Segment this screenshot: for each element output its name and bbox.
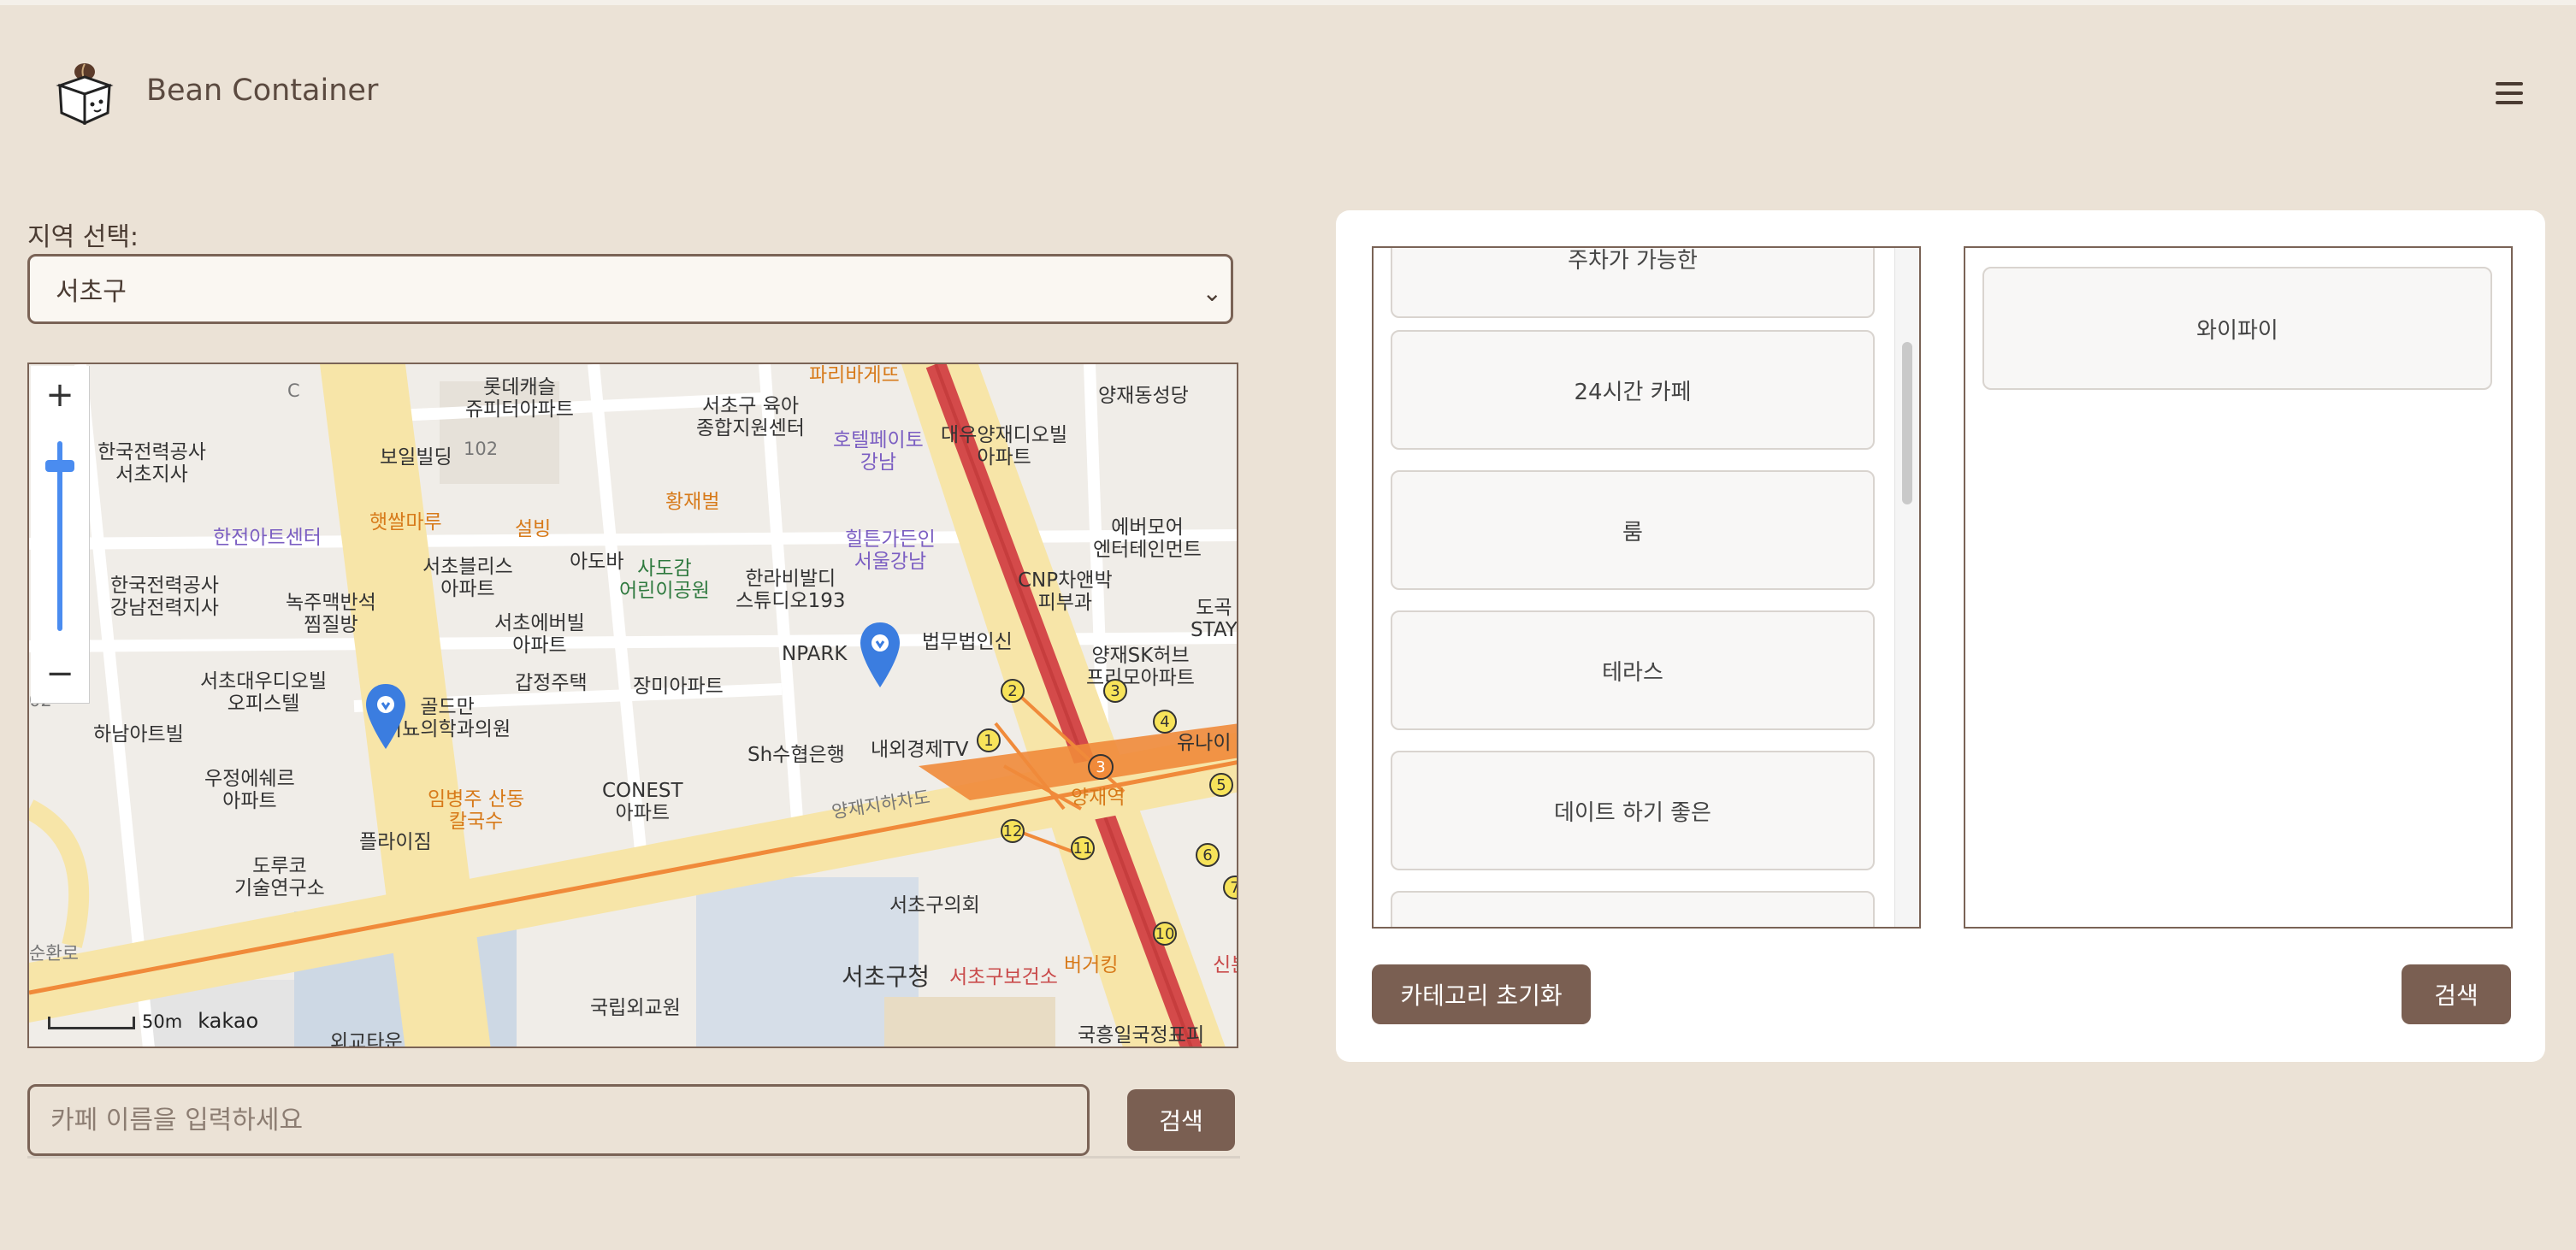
map-label: 보일빌딩: [380, 446, 452, 469]
map-label: 양재역: [1071, 787, 1126, 809]
subway-exit-marker: 3: [1088, 754, 1114, 780]
subway-exit-marker: 10: [1153, 922, 1177, 946]
map-view[interactable]: 한국전력공사 서초지사 한전아트센터 한국전력공사 강남전력지사 녹주맥반석 찜질방 …: [27, 363, 1238, 1048]
map-label: 에버모어 엔터테인먼트: [1093, 516, 1202, 561]
category-panel: 주차가 가능한 24시간 카페 룸 테라스 데이트 하기 좋은 와이파이 카테고…: [1336, 210, 2545, 1062]
subway-exit-marker: 2: [1001, 679, 1025, 703]
category-item[interactable]: 24시간 카페: [1391, 330, 1875, 450]
zoom-out-button[interactable]: −: [31, 645, 89, 703]
chevron-down-icon: ⌄: [1202, 279, 1222, 307]
map-label: 햇쌀마루: [369, 511, 442, 534]
selected-category-item[interactable]: 와이파이: [1982, 267, 2492, 390]
category-list[interactable]: 주차가 가능한 24시간 카페 룸 테라스 데이트 하기 좋은: [1372, 246, 1921, 929]
map-label: Sh수협은행: [747, 744, 845, 766]
map-label: NPARK: [782, 643, 848, 665]
category-item[interactable]: 룸: [1391, 470, 1875, 590]
map-label: 도곡 STAY: [1191, 597, 1238, 641]
region-selected-value: 서초구: [56, 277, 127, 307]
map-label: 국흥일국정표피: [1078, 1024, 1205, 1047]
category-scrollbar[interactable]: [1894, 248, 1919, 927]
top-border: [0, 0, 2576, 5]
region-select[interactable]: 서초구 ⌄: [27, 254, 1233, 324]
selected-category-list: 와이파이: [1964, 246, 2513, 929]
map-label: 버거킹: [1064, 954, 1119, 976]
map-label: 한국전력공사 강남전력지사: [110, 575, 219, 619]
category-search-button[interactable]: 검색: [2402, 964, 2511, 1024]
map-label: 파리바게뜨: [809, 364, 900, 386]
map-label: 아도바: [570, 551, 624, 573]
map-label: 서초에버빌 아파트: [494, 612, 585, 657]
map-label: 설빙: [515, 518, 552, 540]
map-label: 순환로: [29, 943, 79, 964]
map-label: 양재동성당: [1098, 385, 1189, 407]
scale-bar: [48, 1016, 135, 1029]
app-title: Bean Container: [146, 74, 379, 108]
map-label: 102: [464, 439, 499, 459]
category-item[interactable]: 주차가 가능한: [1391, 248, 1875, 318]
hamburger-menu-icon[interactable]: [2496, 82, 2523, 108]
map-label: 힐튼가든인 서울강남: [845, 528, 936, 573]
cafe-pin-icon[interactable]: [859, 621, 901, 689]
map-label: 우정에쉐르 아파트: [204, 768, 295, 812]
zoom-slider-handle[interactable]: [45, 460, 74, 472]
map-label: 서초구보건소: [949, 966, 1058, 988]
map-label: 서초구청: [842, 963, 931, 991]
map-label: CNP차앤박 피부과: [1018, 569, 1113, 614]
category-item[interactable]: [1391, 891, 1875, 927]
map-zoom-control: + −: [31, 366, 90, 704]
map-label: 롯데캐슬 쥬피터아파트: [465, 376, 574, 421]
map-label: 유나이: [1177, 732, 1232, 754]
subway-exit-marker: 4: [1153, 710, 1177, 734]
subway-exit-marker: 3: [1103, 679, 1127, 703]
divider: [27, 1156, 1240, 1159]
cafe-name-input[interactable]: [27, 1084, 1090, 1156]
map-label: 서초구의회: [889, 894, 980, 917]
reset-categories-button[interactable]: 카테고리 초기화: [1372, 964, 1591, 1024]
map-label: 내외경제TV: [871, 739, 969, 761]
map-label: 장미아파트: [633, 675, 724, 698]
subway-exit-marker: 12: [1001, 819, 1025, 843]
map-label: 갑정주택: [515, 672, 588, 694]
map-scale: 50m kakao: [48, 1009, 258, 1033]
map-label: 법무법인신: [922, 631, 1013, 653]
subway-exit-marker: 1: [977, 728, 1001, 752]
map-label: 한전아트센터: [213, 527, 322, 549]
map-label: 임병주 산동 칼국수: [428, 788, 525, 833]
category-item[interactable]: 데이트 하기 좋은: [1391, 751, 1875, 870]
subway-exit-marker: 5: [1209, 773, 1233, 797]
map-label: 도루코 기술연구소: [234, 855, 325, 899]
map-label: 플라이짐: [359, 831, 432, 853]
cafe-pin-icon[interactable]: [364, 682, 407, 751]
map-label: 신분: [1213, 954, 1237, 976]
map-label: 양재SK허브 프리모아파트: [1086, 645, 1195, 689]
scale-text: 50m: [142, 1011, 183, 1032]
coffee-box-logo-icon[interactable]: [55, 60, 115, 126]
category-item[interactable]: 테라스: [1391, 610, 1875, 730]
map-label: 서초대우디오빌 오피스텔: [200, 670, 328, 715]
region-label: 지역 선택:: [27, 222, 139, 252]
map-label: 한국전력공사 서초지사: [97, 441, 206, 486]
map-provider-logo[interactable]: kakao: [198, 1009, 258, 1033]
map-label: 외교타운: [330, 1031, 403, 1048]
subway-exit-marker: 6: [1196, 843, 1220, 867]
map-label: 황재벌: [665, 491, 720, 513]
map-label: C: [287, 380, 300, 401]
map-label: 호텔페이토 강남: [833, 429, 924, 474]
map-label: CONEST 아파트: [602, 780, 683, 824]
map-label: 서초구 육아 종합지원센터: [696, 395, 805, 439]
scrollbar-thumb[interactable]: [1902, 342, 1912, 504]
cafe-search-button[interactable]: 검색: [1127, 1089, 1235, 1151]
map-label: 녹주맥반석 찜질방: [286, 592, 376, 636]
map-label: 하남아트빌: [93, 723, 184, 746]
zoom-in-button[interactable]: +: [31, 366, 89, 424]
map-label: 대우양재디오빌 아파트: [941, 424, 1068, 469]
map-label: 한라비발디 스튜디오193: [736, 568, 846, 612]
map-label: 서초블리스 아파트: [422, 556, 513, 600]
map-label: 국립외교원: [590, 997, 681, 1019]
map-label: 사도감 어린이공원: [619, 557, 710, 602]
subway-exit-marker: 11: [1071, 836, 1095, 860]
